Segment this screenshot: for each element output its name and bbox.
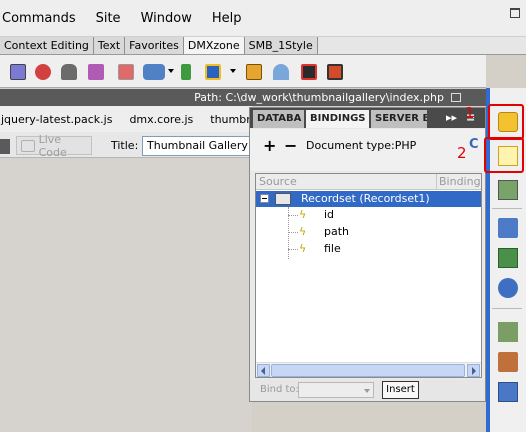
expand-arrows-icon[interactable]: ▸▸: [446, 111, 457, 124]
field-label: id: [324, 208, 335, 221]
lightning-icon: ϟ: [299, 208, 307, 221]
bind-to-label: Bind to:: [260, 384, 299, 395]
restore-window-icon[interactable]: [510, 8, 520, 18]
recordset-row[interactable]: Recordset (Recordset1): [256, 191, 481, 207]
column-divider[interactable]: [436, 174, 437, 189]
callout-number-2: 2: [457, 144, 467, 162]
lightning-icon: ϟ: [299, 242, 307, 255]
chevron-down-icon[interactable]: [168, 69, 174, 73]
column-source[interactable]: Source: [259, 174, 297, 189]
highlight-box-1: [488, 104, 524, 140]
related-file[interactable]: jquery-latest.pack.js: [1, 113, 112, 126]
field-label: path: [324, 225, 350, 238]
gray-tool-icon[interactable]: [61, 64, 77, 80]
highlight-box-2: [484, 137, 524, 173]
recordset-label: Recordset (Recordset1): [301, 192, 430, 205]
chevron-down-icon[interactable]: [230, 69, 236, 73]
dataset-icon[interactable]: [205, 64, 221, 80]
tab-smb-1style[interactable]: SMB_1Style: [244, 37, 318, 54]
insert-toolbar: [0, 55, 486, 88]
tab-server-behaviors[interactable]: SERVER B: [371, 110, 427, 128]
title-input[interactable]: Thumbnail Gallery: [142, 136, 257, 156]
recordset-icon: [275, 193, 291, 205]
toolbox-icon[interactable]: [498, 352, 518, 372]
assets-icon[interactable]: [498, 248, 518, 268]
tab-text[interactable]: Text: [93, 37, 126, 54]
panel-tabs: DATABA BINDINGS SERVER B ▸▸ ≡: [250, 108, 485, 128]
tree-line: [288, 249, 298, 250]
live-code-label: Live Code: [38, 132, 67, 159]
file-path: Path: C:\dw_work\thumbnailgallery\index.…: [194, 91, 444, 104]
field-label: file: [324, 242, 341, 255]
green-book-icon[interactable]: [181, 64, 191, 80]
tab-dmxzone[interactable]: DMXzone: [183, 37, 245, 54]
red-tool-icon[interactable]: [35, 64, 51, 80]
menu-window[interactable]: Window: [141, 11, 192, 26]
lightning-icon: ϟ: [299, 225, 307, 238]
scroll-thumb[interactable]: [271, 364, 465, 377]
puzzle-icon[interactable]: [88, 64, 104, 80]
menu-help[interactable]: Help: [212, 11, 242, 26]
collapse-icon[interactable]: [260, 194, 269, 203]
related-file[interactable]: thumbnail_ga: [210, 113, 252, 126]
scroll-right-icon[interactable]: [467, 364, 480, 377]
server-behaviors-icon[interactable]: [498, 180, 518, 200]
menu-site[interactable]: Site: [96, 11, 121, 26]
document-type: Document type:PHP: [306, 139, 417, 152]
refresh-icon[interactable]: C: [469, 137, 479, 152]
bind-to-bar: Bind to: Insert: [250, 380, 485, 401]
live-code-icon: [21, 139, 35, 152]
strip-divider: [492, 308, 522, 309]
tree-header: Source Binding: [256, 174, 481, 190]
components-icon[interactable]: [498, 218, 518, 238]
bindings-panel: DATABA BINDINGS SERVER B ▸▸ ≡ + − Docume…: [249, 107, 486, 402]
horizontal-scrollbar[interactable]: [256, 362, 481, 377]
split-view-icon[interactable]: [0, 139, 10, 154]
tree-line: [288, 232, 298, 233]
image-tool-icon[interactable]: [143, 64, 165, 80]
column-binding[interactable]: Binding: [439, 174, 481, 189]
site-map-icon[interactable]: [498, 322, 518, 342]
document-area[interactable]: [0, 158, 252, 432]
menu-bar: Commands Site Window Help: [0, 0, 526, 36]
photo-icon[interactable]: [327, 64, 343, 80]
related-file[interactable]: dmx.core.js: [129, 113, 193, 126]
insert-button[interactable]: Insert: [382, 381, 419, 399]
tab-databases[interactable]: DATABA: [253, 110, 304, 128]
live-code-button[interactable]: Live Code: [16, 133, 92, 159]
panel-toolbar: + − Document type:PHP C: [250, 129, 485, 171]
add-binding-button[interactable]: +: [263, 136, 276, 155]
bind-to-select[interactable]: [298, 382, 374, 398]
tag-inspector-icon[interactable]: [498, 278, 518, 298]
tab-favorites[interactable]: Favorites: [125, 37, 184, 54]
callout-number-1: 1: [465, 104, 475, 122]
bindings-tree[interactable]: Source Binding Recordset (Recordset1) ϟ …: [255, 173, 482, 378]
gallery-icon[interactable]: [273, 64, 289, 80]
document-toolbar: Live Code Title: Thumbnail Gallery: [0, 132, 257, 159]
remove-binding-button[interactable]: −: [284, 136, 297, 155]
restore-icon[interactable]: [451, 93, 461, 102]
tabbar-spacer: [317, 37, 526, 54]
path-bar: Path: C:\dw_work\thumbnailgallery\index.…: [0, 89, 486, 106]
results-icon[interactable]: [498, 382, 518, 402]
tab-context-editing[interactable]: Context Editing: [0, 37, 94, 54]
tab-bindings[interactable]: BINDINGS: [306, 110, 369, 128]
folder-icon[interactable]: [246, 64, 262, 80]
insert-tabs: Context Editing Text Favorites DMXzone S…: [0, 37, 526, 55]
strip-divider: [492, 208, 522, 209]
media-icon[interactable]: [301, 64, 317, 80]
form-edit-icon[interactable]: [10, 64, 26, 80]
tree-line: [288, 215, 298, 216]
scroll-left-icon[interactable]: [257, 364, 270, 377]
related-files-bar: jquery-latest.pack.js dmx.core.js thumbn…: [0, 106, 252, 132]
page-icon[interactable]: [118, 64, 134, 80]
title-label: Title:: [111, 139, 139, 152]
menu-commands[interactable]: Commands: [2, 11, 76, 26]
